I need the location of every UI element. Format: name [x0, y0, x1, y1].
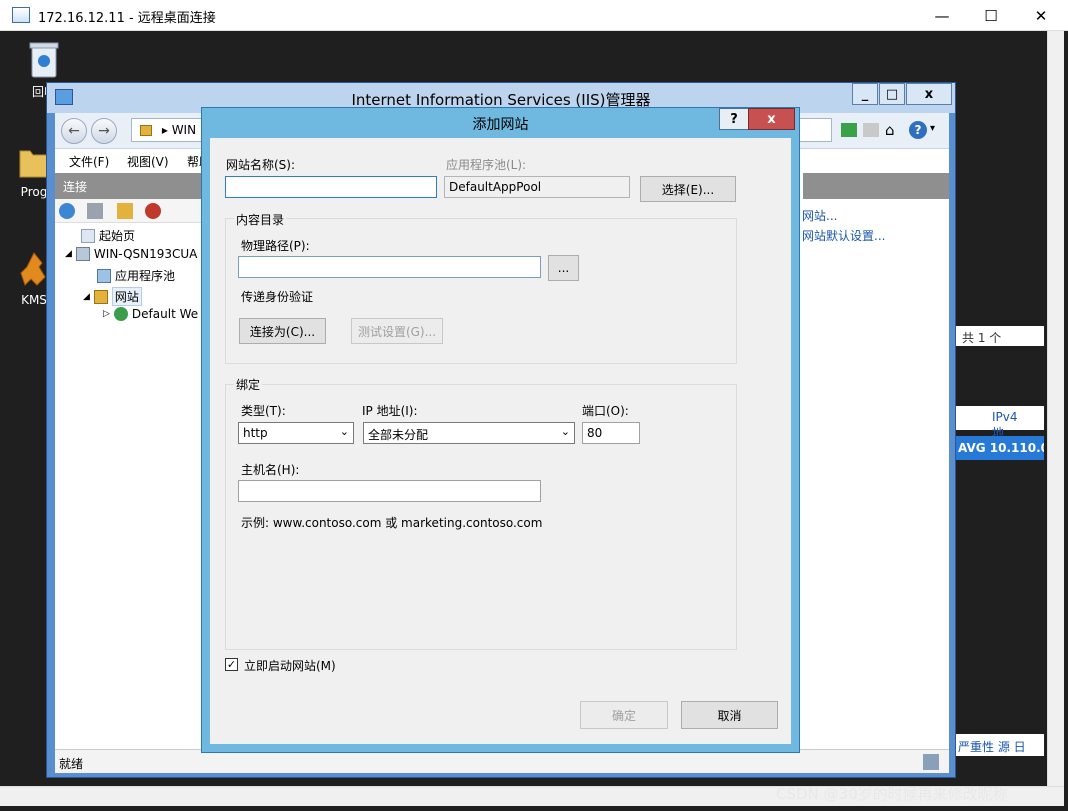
tree-label: 起始页 [99, 229, 136, 243]
host-name-input[interactable] [238, 480, 541, 502]
site-name-label: 网站名称(S): [226, 158, 296, 172]
connections-header: 连接 [55, 173, 205, 199]
dialog-help-button[interactable]: ? [719, 108, 749, 130]
test-settings-button[interactable]: 测试设置(G)... [351, 318, 443, 344]
address-text: WIN [171, 123, 197, 137]
type-select-value: http [243, 426, 268, 440]
item-count-label: 共 1 个 [956, 326, 1044, 346]
ip-address-select[interactable]: 全部未分配 ⌄ [363, 422, 575, 444]
physical-path-input[interactable] [238, 256, 541, 278]
content-directory-label: 内容目录 [234, 211, 287, 228]
type-select[interactable]: http ⌄ [238, 422, 354, 444]
tree-item-start-page[interactable]: 起始页 [81, 227, 135, 244]
iis-close-button[interactable]: x [906, 83, 952, 105]
start-immediately-checkbox[interactable]: ✓ [225, 658, 238, 671]
collapse-arrow-icon: ▷ [103, 309, 110, 319]
cancel-button[interactable]: 取消 [681, 701, 778, 729]
stop-icon[interactable] [863, 123, 879, 137]
programs-label: Prog [20, 185, 48, 199]
select-app-pool-button[interactable]: 选择(E)... [640, 176, 736, 202]
server-icon [75, 247, 90, 261]
dialog-body: 网站名称(S): 应用程序池(L): DefaultAppPool 选择(E).… [210, 138, 791, 744]
port-input[interactable]: 80 [582, 422, 640, 444]
start-page-icon [81, 228, 95, 243]
watermark: CSDN @30岁的时候再来修改昵称 [776, 785, 1008, 803]
dialog-close-button[interactable]: x [748, 108, 795, 130]
menu-view[interactable]: 视图(V) [127, 153, 169, 170]
site-name-input[interactable] [225, 176, 437, 198]
refresh-icon[interactable] [841, 123, 857, 137]
event-columns[interactable]: 严重性 源 日 [956, 734, 1044, 756]
maximize-button[interactable]: ☐ [968, 0, 1014, 31]
iis-minimize-button[interactable]: _ [852, 83, 878, 105]
close-button[interactable]: ✕ [1018, 0, 1064, 31]
globe-icon [113, 307, 128, 321]
minimize-button[interactable]: — [919, 0, 965, 31]
port-label: 端口(O): [582, 404, 629, 418]
rdp-titlebar: 172.16.12.11 - 远程桌面连接 — ☐ ✕ [0, 0, 1068, 31]
tree-item-server[interactable]: ◢ WIN-QSN193CUA [65, 247, 197, 261]
home-icon[interactable]: ⌂ [885, 121, 903, 139]
save-icon[interactable] [87, 203, 103, 219]
connections-toolbar [55, 199, 205, 223]
actions-header [803, 173, 949, 199]
start-immediately-label[interactable]: 立即启动网站(M) [244, 657, 336, 674]
dialog-title: 添加网站 [472, 117, 529, 133]
connections-tree: 起始页 ◢ WIN-QSN193CUA 应用程序池 ◢ 网站 ▷ Default… [55, 223, 205, 743]
binding-label: 绑定 [234, 376, 263, 393]
app-pool-label: 应用程序池(L): [446, 158, 527, 172]
host-name-label: 主机名(H): [241, 463, 300, 477]
network-status-icon [923, 754, 939, 770]
tree-item-app-pools[interactable]: 应用程序池 [97, 267, 175, 284]
chevron-down-icon: ⌄ [339, 425, 349, 438]
recycle-bin-icon [26, 39, 62, 79]
add-website-dialog: 添加网站 ? x 网站名称(S): 应用程序池(L): DefaultAppPo… [201, 107, 800, 753]
tree-item-default-site[interactable]: ▷ Default We [103, 307, 198, 321]
rdp-window-title: 172.16.12.11 - 远程桌面连接 [38, 11, 216, 26]
expand-arrow-icon: ◢ [83, 291, 90, 302]
menu-file[interactable]: 文件(F) [69, 153, 109, 170]
site-defaults-link[interactable]: 网站默认设置... [802, 227, 885, 244]
pass-through-auth-label: 传递身份验证 [241, 290, 314, 304]
help-icon[interactable]: ? [909, 121, 927, 139]
remote-desktop-icon [12, 7, 30, 23]
chevron-down-icon: ⌄ [560, 425, 570, 438]
add-website-link[interactable]: 网站... [802, 207, 837, 224]
status-text: 就绪 [59, 757, 84, 771]
chevron-down-icon[interactable]: ▾ [930, 123, 935, 134]
connect-globe-icon[interactable] [59, 203, 75, 219]
connect-as-button[interactable]: 连接为(C)... [239, 318, 326, 344]
browse-button[interactable]: ... [548, 255, 579, 281]
type-label: 类型(T): [241, 404, 286, 418]
app-pool-icon [97, 268, 111, 283]
iis-maximize-button[interactable]: □ [879, 83, 905, 105]
ok-button[interactable]: 确定 [580, 701, 668, 729]
physical-path-label: 物理路径(P): [241, 239, 310, 253]
kms-label: KMS [21, 293, 47, 307]
table-row[interactable]: AVG 10.110.0. [956, 436, 1044, 460]
tree-label: Default We [131, 307, 199, 321]
app-pool-field: DefaultAppPool [444, 176, 630, 198]
back-icon[interactable]: ← [61, 118, 87, 144]
sites-folder-icon [93, 289, 108, 304]
tree-item-sites[interactable]: ◢ 网站 [83, 287, 142, 306]
breadcrumb-chevron-icon: ▸ [161, 123, 168, 137]
ipv4-column-header[interactable]: IPv4 地址 [956, 406, 1044, 457]
tree-label: WIN-QSN193CUA [93, 247, 198, 261]
expand-arrow-icon: ◢ [65, 249, 72, 259]
tree-label: 网站 [111, 287, 142, 306]
disconnect-icon[interactable] [145, 203, 161, 219]
ip-select-value: 全部未分配 [368, 428, 429, 442]
tree-label: 应用程序池 [115, 269, 176, 283]
rdp-vertical-scrollbar[interactable] [1047, 31, 1064, 786]
example-text: 示例: www.contoso.com 或 marketing.contoso.… [241, 516, 543, 530]
ip-address-label: IP 地址(I): [362, 404, 418, 418]
up-folder-icon[interactable] [117, 203, 133, 219]
site-icon [140, 125, 152, 136]
forward-icon[interactable]: → [91, 118, 117, 144]
